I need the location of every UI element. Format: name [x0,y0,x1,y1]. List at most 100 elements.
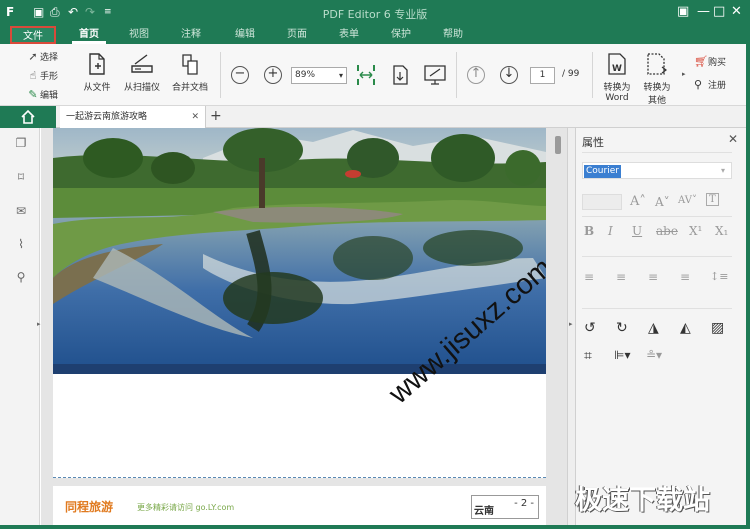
select-label: 选择 [40,53,59,63]
flip-horizontal-icon[interactable]: ◮ [648,320,659,336]
to-word-sublabel: Word [605,93,629,103]
distribute-icon[interactable]: ≗▾ [646,348,662,362]
justify-icon[interactable]: ≡ [680,270,690,284]
divider [582,152,732,153]
scanner-icon [131,54,153,73]
align-left-icon[interactable]: ≡ [584,270,594,284]
merge-button[interactable]: 合并文档 [170,52,210,93]
convert-to-word-button[interactable]: W 转换为 Word [600,52,634,103]
flip-vertical-icon[interactable]: ◭ [680,320,691,336]
new-tab-button[interactable]: + [210,108,222,124]
vertical-scrollbar[interactable] [555,136,561,154]
window-title: PDF Editor 6 专业版 [322,8,428,21]
font-size-select[interactable] [582,194,622,210]
page-number-input[interactable]: 1 [530,67,555,84]
convert-to-other-button[interactable]: 转换为 其他 [640,52,674,106]
prev-page-button[interactable]: ↑ [467,66,485,84]
underline-icon[interactable]: U [632,224,642,238]
search-icon[interactable]: ⚲ [13,270,29,286]
page-header-text: 云南 [474,506,494,517]
tab-page[interactable]: 页面 [280,26,314,44]
tab-form[interactable]: 表单 [332,26,366,44]
align-right-icon[interactable]: ≡ [648,270,658,284]
zoom-select[interactable]: 89% ▾ [291,67,347,84]
panel-collapse-icon[interactable]: ▸ [569,320,573,328]
fullscreen-icon[interactable] [423,64,447,86]
panel-splitter[interactable]: ▸ [567,128,575,525]
attachment-icon[interactable]: ⌇ [13,237,29,253]
to-other-sublabel: 其他 [647,96,666,106]
divider [582,216,732,217]
align-objects-icon[interactable]: ⊫▾ [614,348,630,362]
zoom-out-button[interactable]: − [231,66,249,84]
magnifier-icon: ⚲ [694,78,703,91]
toolbar-expand-icon[interactable]: ▸ [682,70,686,78]
from-file-button[interactable]: 从文件 [82,52,112,93]
tab-view[interactable]: 视图 [122,26,156,44]
close-icon[interactable]: ✕ [728,132,738,146]
divider [456,52,457,98]
home-tab[interactable] [0,106,56,128]
crop-icon[interactable]: ⌗ [584,348,592,364]
ribbon-toggle-icon[interactable]: ▣ [677,4,689,19]
tab-edit[interactable]: 编辑 [228,26,262,44]
char-spacing-icon[interactable]: AV˅ [678,195,697,206]
left-sidebar: ❐ ⌑ ✉ ⌇ ⚲ ▸ [0,128,41,525]
divider [582,256,732,257]
properties-panel: 属性 ✕ Courier ▾ A˄ A˅ AV˅ T B I U abe X¹ … [575,128,746,525]
fit-page-icon[interactable] [391,63,411,87]
register-button[interactable]: ⚲ 注册 [694,76,726,94]
close-icon[interactable]: ✕ [731,4,742,19]
text-box-icon[interactable]: T [706,193,719,206]
properties-title: 属性 [582,136,604,149]
to-other-label: 转换为 [643,83,671,93]
edit-tool[interactable]: ✎ 编辑 [26,86,58,104]
minimize-icon[interactable]: — [697,4,710,19]
subscript-icon[interactable]: X₁ [715,224,728,238]
font-grow-icon[interactable]: A˄ [630,194,646,209]
select-tool[interactable]: ➚ 选择 [26,48,58,66]
tab-protect[interactable]: 保护 [384,26,418,44]
buy-button[interactable]: 🛒︎购买 [694,53,726,71]
tab-annotate[interactable]: 注释 [174,26,208,44]
maximize-icon[interactable]: □ [713,4,725,19]
tab-file[interactable]: 文件 [10,26,56,44]
page-header-box: 云南 - 2 - [471,495,539,519]
from-scanner-button[interactable]: 从扫描仪 [120,52,164,93]
ly-slogan: 更多精彩请访问 go.LY.com [137,503,235,512]
merge-icon [182,54,198,75]
word-file-icon: W [608,53,626,75]
font-shrink-icon[interactable]: A˅ [655,195,670,209]
title-bar: F ▣ ⎙ ↶ ↷ ≡ PDF Editor 6 专业版 ▣ — □ ✕ [0,0,750,26]
hand-tool[interactable]: ☝ 手形 [26,67,58,85]
font-select[interactable]: Courier ▾ [582,162,732,179]
close-tab-icon[interactable]: ✕ [191,106,199,128]
image-icon[interactable]: ▨ [711,320,724,336]
tab-help[interactable]: 帮助 [436,26,470,44]
superscript-icon[interactable]: X¹ [689,224,702,238]
pages-icon[interactable]: ❐ [13,136,29,152]
document-tab[interactable]: 一起游云南旅游攻略 ✕ [60,106,206,128]
pdf-page: www.jisuxz.com [53,128,546,478]
from-file-label: 从文件 [83,83,111,93]
next-page-button[interactable]: ↓ [500,66,518,84]
to-word-label: 转换为 [603,83,631,93]
line-spacing-icon[interactable]: ↕≡ [710,270,728,283]
rotate-left-icon[interactable]: ↺ [584,320,596,336]
divider [582,308,732,309]
fit-width-icon[interactable] [356,63,376,87]
italic-icon[interactable]: I [608,224,613,238]
page-header-number: - 2 - [514,498,534,509]
strikethrough-icon[interactable]: abe [656,224,678,238]
rotate-right-icon[interactable]: ↻ [616,320,628,336]
dropdown-icon: ▾ [720,166,725,175]
document-viewer[interactable]: www.jisuxz.com 同程旅游 更多精彩请访问 go.LY.com 云南… [41,128,567,525]
dropdown-icon: ▾ [338,71,343,80]
comment-icon[interactable]: ✉ [13,204,29,220]
zoom-in-button[interactable]: + [264,66,282,84]
align-center-icon[interactable]: ≡ [616,270,626,284]
window-border [0,525,750,529]
bold-icon[interactable]: B [584,224,594,238]
bookmark-icon[interactable]: ⌑ [13,170,29,186]
sidebar-expand-icon[interactable]: ▸ [37,320,41,328]
